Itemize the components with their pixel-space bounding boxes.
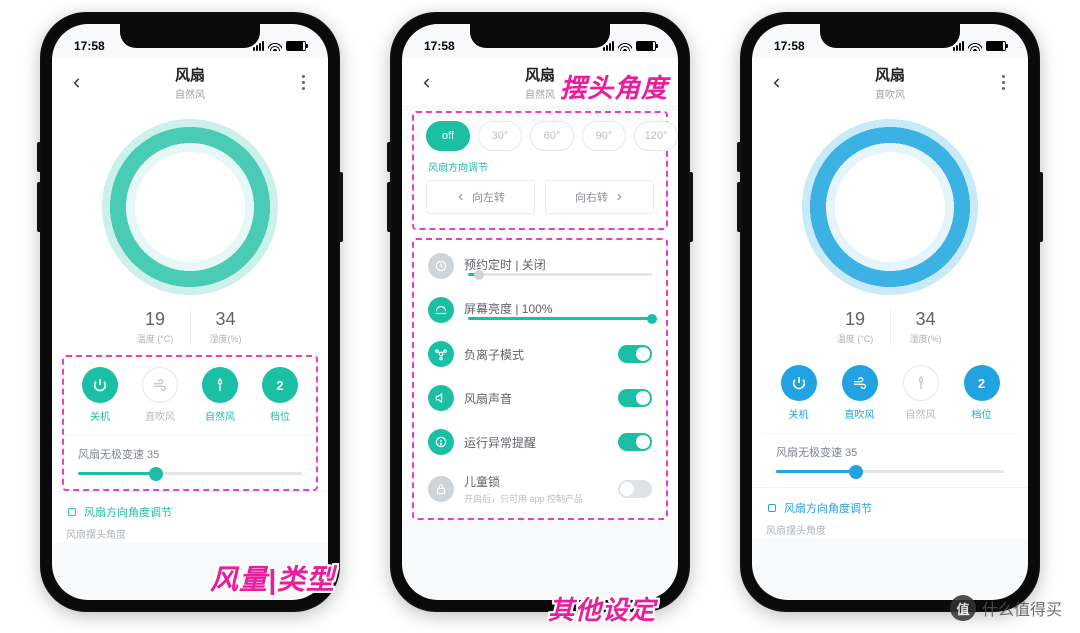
speed-label: 风扇无极变速 35 <box>776 444 1004 460</box>
menu-icon[interactable] <box>294 75 312 90</box>
battery-icon <box>636 41 656 51</box>
angle-30[interactable]: 30° <box>478 121 522 151</box>
lock-icon <box>428 476 454 502</box>
level-button[interactable]: 2 档位 <box>964 365 1000 421</box>
sound-toggle[interactable] <box>618 389 652 407</box>
direction-link[interactable]: 风扇方向角度调节 <box>66 500 314 524</box>
header-subtitle: 自然风 <box>86 86 294 101</box>
power-button[interactable]: 关机 <box>781 365 817 421</box>
speed-slider[interactable] <box>776 470 1004 473</box>
timer-slider[interactable] <box>468 273 652 276</box>
power-button[interactable]: 关机 <box>82 367 118 423</box>
ion-toggle[interactable] <box>618 345 652 363</box>
humidity-label: 湿度(%) <box>891 332 960 345</box>
metrics: 19 温度 (°C) 34 湿度(%) <box>52 305 328 355</box>
direction-section-label: 风扇方向调节 <box>414 157 666 180</box>
angle-90[interactable]: 90° <box>582 121 626 151</box>
watermark: 值 什么值得买 <box>950 595 1062 621</box>
brightness-row[interactable]: 屏幕亮度 | 100% <box>414 288 666 332</box>
app-header: 风扇 自然风 <box>52 58 328 105</box>
fan-ring <box>800 117 980 297</box>
humidity-label: 湿度(%) <box>191 332 260 345</box>
direct-wind-button[interactable]: 直吹风 <box>842 365 878 421</box>
ion-row[interactable]: 负离子模式 <box>414 332 666 376</box>
phone-c: 17:58 风扇 直吹风 <box>740 12 1040 612</box>
wifi-icon <box>268 41 282 51</box>
swing-label: 风扇摆头角度 <box>66 524 314 541</box>
app-header: 风扇 直吹风 <box>752 58 1028 105</box>
status-time: 17:58 <box>74 39 105 53</box>
angle-120[interactable]: 120° <box>634 121 678 151</box>
notch <box>820 24 960 48</box>
turn-left-button[interactable]: 向左转 <box>426 180 535 214</box>
swing-label: 风扇摆头角度 <box>766 520 1014 537</box>
notch <box>120 24 260 48</box>
annotation-wind: 风量|类型 <box>210 558 335 598</box>
phone-a: 17:58 风扇 自然风 <box>40 12 340 612</box>
watermark-text: 什么值得买 <box>982 596 1062 620</box>
brightness-icon <box>428 297 454 323</box>
menu-icon[interactable] <box>994 75 1012 90</box>
annotation-other: 其他设定 <box>548 590 656 627</box>
header-title: 风扇 <box>786 64 994 85</box>
fan-ring <box>100 117 280 297</box>
angle-60[interactable]: 60° <box>530 121 574 151</box>
back-icon[interactable] <box>768 74 786 92</box>
status-time: 17:58 <box>424 39 455 53</box>
childlock-toggle[interactable] <box>618 480 652 498</box>
wifi-icon <box>968 41 982 51</box>
speed-label: 风扇无极变速 35 <box>78 446 302 462</box>
natural-wind-button[interactable]: 自然风 <box>903 365 939 421</box>
turn-right-button[interactable]: 向右转 <box>545 180 654 214</box>
temperature-label: 温度 (°C) <box>120 332 190 345</box>
header-subtitle: 直吹风 <box>786 86 994 101</box>
speaker-icon <box>428 385 454 411</box>
alert-icon <box>428 429 454 455</box>
direct-wind-button[interactable]: 直吹风 <box>142 367 178 423</box>
natural-wind-button[interactable]: 自然风 <box>202 367 238 423</box>
status-time: 17:58 <box>774 39 805 53</box>
wifi-icon <box>618 41 632 51</box>
header-title: 风扇 <box>86 64 294 85</box>
clock-icon <box>428 253 454 279</box>
back-icon[interactable] <box>418 74 436 92</box>
sound-row[interactable]: 风扇声音 <box>414 376 666 420</box>
notch <box>470 24 610 48</box>
speed-slider[interactable] <box>78 472 302 475</box>
battery-icon <box>986 41 1006 51</box>
temperature-label: 温度 (°C) <box>820 332 890 345</box>
temperature-value: 19 <box>820 309 890 330</box>
angle-off[interactable]: off <box>426 121 470 151</box>
ion-icon <box>428 341 454 367</box>
alert-toggle[interactable] <box>618 433 652 451</box>
alert-row[interactable]: 运行异常提醒 <box>414 420 666 464</box>
annotation-swing: 摆头角度 <box>560 68 668 105</box>
metrics: 19 温度 (°C) 34 湿度(%) <box>752 305 1028 355</box>
level-button[interactable]: 2 档位 <box>262 367 298 423</box>
childlock-row[interactable]: 儿童锁 开启后，只可用 app 控制产品 <box>414 464 666 514</box>
brightness-slider[interactable] <box>468 317 652 320</box>
humidity-value: 34 <box>891 309 960 330</box>
humidity-value: 34 <box>191 309 260 330</box>
direction-link[interactable]: 风扇方向角度调节 <box>766 496 1014 520</box>
timer-row[interactable]: 预约定时 | 关闭 <box>414 244 666 288</box>
back-icon[interactable] <box>68 74 86 92</box>
temperature-value: 19 <box>120 309 190 330</box>
watermark-badge: 值 <box>950 595 976 621</box>
battery-icon <box>286 41 306 51</box>
